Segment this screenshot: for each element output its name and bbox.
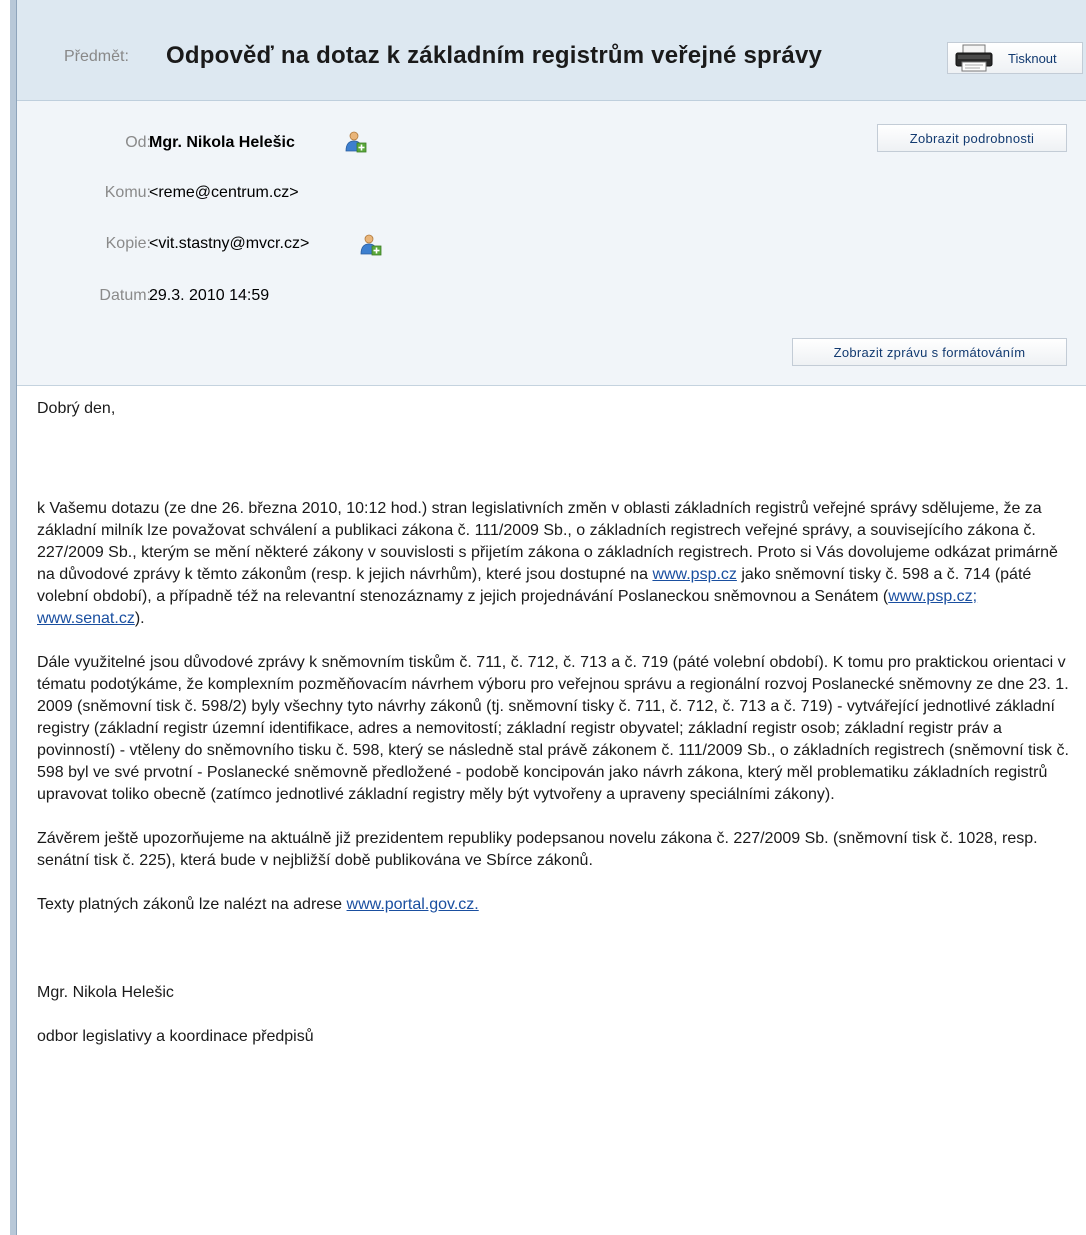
from-value[interactable]: Mgr. Nikola Helešic: [149, 134, 295, 152]
message-header: Od: Mgr. Nikola Helešic Zobrazit podrobn…: [17, 101, 1086, 386]
paragraph-4: Texty platných zákonů lze nalézt na adre…: [37, 894, 1077, 916]
email-subject: Odpověď na dotaz k základním registrům v…: [166, 42, 823, 69]
link-senat[interactable]: www.senat.cz: [37, 610, 135, 627]
paragraph-1: k Vašemu dotazu (ze dne 26. března 2010,…: [37, 498, 1077, 630]
paragraph-4-text: Texty platných zákonů lze nalézt na adre…: [37, 896, 343, 913]
paragraph-2: Dále využitelné jsou důvodové zprávy k s…: [37, 654, 1069, 803]
window-left-border: [10, 0, 17, 1235]
link-psp-2[interactable]: www.psp.cz;: [888, 588, 977, 605]
from-label: Od:: [125, 134, 151, 151]
to-value[interactable]: <reme@centrum.cz>: [149, 184, 299, 202]
add-contact-icon[interactable]: [345, 131, 367, 153]
subject-label: Předmět:: [64, 48, 129, 65]
link-psp[interactable]: www.psp.cz: [652, 566, 736, 583]
signature-department: odbor legislativy a koordinace předpisů: [37, 1028, 314, 1045]
add-contact-icon[interactable]: [360, 234, 382, 256]
paragraph-1-text-c: ).: [134, 610, 145, 627]
printer-icon: [954, 44, 994, 72]
to-label: Komu:: [104, 184, 151, 201]
date-label: Datum:: [99, 287, 151, 304]
print-button-label: Tisknout: [1008, 50, 1057, 66]
cc-value[interactable]: <vit.stastny@mvcr.cz>: [149, 235, 309, 253]
print-button[interactable]: Tisknout: [947, 42, 1083, 74]
cc-label: Kopie:: [105, 235, 151, 252]
subject-bar: Předmět: Odpověď na dotaz k základním re…: [17, 0, 1086, 101]
show-details-button[interactable]: Zobrazit podrobnosti: [877, 124, 1067, 152]
show-formatted-button[interactable]: Zobrazit zprávu s formátováním: [792, 338, 1067, 366]
greeting: Dobrý den,: [37, 400, 116, 417]
date-value: 29.3. 2010 14:59: [149, 287, 270, 304]
message-body: Dobrý den, k Vašemu dotazu (ze dne 26. b…: [37, 398, 1077, 1048]
link-portal[interactable]: www.portal.gov.cz.: [347, 896, 479, 913]
signature-name: Mgr. Nikola Helešic: [37, 984, 174, 1001]
paragraph-3: Závěrem ještě upozorňujeme na aktuálně j…: [37, 830, 1038, 869]
